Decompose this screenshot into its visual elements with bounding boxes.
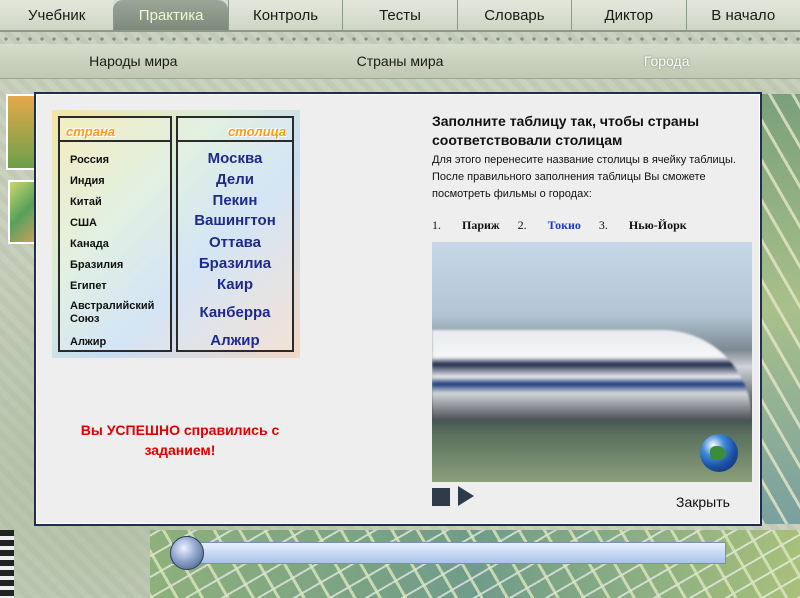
instruction-title: Заполните таблицу так, чтобы страны соот… — [432, 113, 700, 148]
tab-narody-mira[interactable]: Народы мира — [0, 44, 267, 78]
country-cell: Бразилия — [70, 259, 124, 271]
nav-praktika[interactable]: Практика — [113, 0, 228, 30]
capital-cell[interactable]: Канберра — [178, 304, 292, 321]
nav-v-nachalo[interactable]: В начало — [685, 0, 800, 30]
film-link-tokyo[interactable]: 2. Токио — [518, 218, 581, 233]
film-link-new-york[interactable]: 3. Нью-Йорк — [599, 218, 687, 233]
country-cell: Египет — [70, 280, 107, 292]
map-decoration — [762, 94, 800, 524]
film-name: Париж — [462, 218, 500, 232]
film-name: Нью-Йорк — [628, 218, 687, 232]
top-navigation: Учебник Практика Контроль Тесты Словарь … — [0, 0, 800, 32]
filmstrip-decoration — [0, 530, 14, 598]
task-dialog: страна Россия Индия Китай США Канада Бра… — [34, 92, 762, 526]
stop-icon[interactable] — [432, 488, 450, 506]
country-cell: Индия — [70, 175, 105, 187]
film-list: 1. Париж 2. Токио 3. Нью-Йорк — [432, 218, 752, 233]
nav-uchebnik[interactable]: Учебник — [0, 0, 114, 30]
film-number: 3. — [598, 218, 608, 232]
progress-track[interactable] — [172, 542, 726, 564]
country-cell: Алжир — [70, 336, 107, 348]
country-header: страна — [60, 122, 170, 142]
capital-cell[interactable]: Москва — [178, 150, 292, 167]
capital-column: столица Москва Дели Пекин Вашингтон Отта… — [176, 116, 294, 352]
capital-cell[interactable]: Оттава — [178, 234, 292, 251]
video-frame — [432, 330, 752, 420]
tab-strany-mira[interactable]: Страны мира — [267, 44, 534, 78]
capital-header: столица — [178, 122, 292, 142]
tab-goroda[interactable]: Города — [533, 44, 800, 78]
instruction-line: Для этого перенесите название столицы в … — [432, 154, 736, 166]
video-player[interactable] — [432, 242, 752, 482]
map-decoration — [150, 530, 800, 598]
film-name: Токио — [547, 218, 581, 232]
country-cell: Канада — [70, 238, 109, 250]
decorative-dots — [0, 34, 800, 44]
close-button[interactable]: Закрыть — [676, 494, 730, 510]
capital-cell[interactable]: Каир — [178, 276, 292, 293]
country-cell: Австралийский Союз — [70, 300, 155, 325]
film-number: 1. — [432, 218, 441, 232]
country-cell: Китай — [70, 196, 102, 208]
progress-knob[interactable] — [170, 536, 204, 570]
instruction-text: Для этого перенесите название столицы в … — [432, 152, 752, 203]
nav-slovar[interactable]: Словарь — [456, 0, 572, 30]
capital-cell[interactable]: Алжир — [178, 332, 292, 349]
country-cell: США — [70, 217, 97, 229]
sub-navigation: Народы мира Страны мира Города — [0, 44, 800, 79]
nav-kontrol[interactable]: Контроль — [227, 0, 343, 30]
country-cell: Россия — [70, 154, 110, 166]
capital-cell[interactable]: Вашингтон — [178, 212, 292, 229]
country-column: страна Россия Индия Китай США Канада Бра… — [58, 116, 172, 352]
globe-icon — [700, 434, 738, 472]
nav-diktor[interactable]: Диктор — [571, 0, 686, 30]
nav-testy[interactable]: Тесты — [342, 0, 457, 30]
film-number: 2. — [517, 218, 527, 232]
matching-table: страна Россия Индия Китай США Канада Бра… — [52, 110, 300, 358]
capital-cell[interactable]: Бразилиа — [178, 255, 292, 272]
capital-cell[interactable]: Пекин — [178, 192, 292, 209]
film-link-paris[interactable]: 1. Париж — [432, 218, 500, 233]
play-icon[interactable] — [458, 486, 474, 506]
success-message: Вы УСПЕШНО справились с заданием! — [80, 422, 280, 458]
instruction-line: После правильного заполнения таблицы Вы … — [432, 171, 706, 200]
capital-cell[interactable]: Дели — [178, 171, 292, 188]
